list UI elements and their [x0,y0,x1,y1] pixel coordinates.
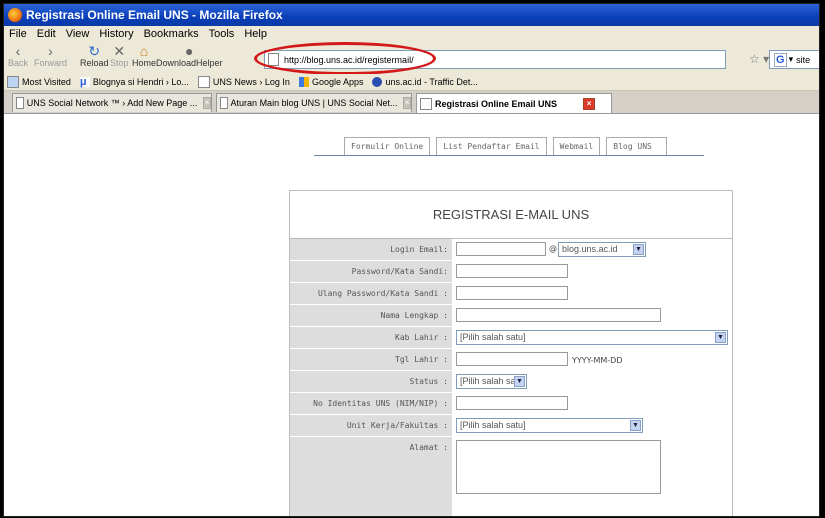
tab-registrasi-active[interactable]: Registrasi Online Email UNS × [416,93,612,113]
red-highlight-oval [254,42,436,75]
chevron-down-icon: ▼ [715,332,726,343]
forward-button[interactable]: › Forward [34,44,67,68]
tab-bar: UNS Social Network ™ › Add New Page ... … [4,91,819,114]
search-engine-label: site [796,54,811,65]
birthdate-format-hint: YYYY-MM-DD [572,356,623,365]
menu-bar: File Edit View History Bookmarks Tools H… [4,26,819,42]
tab-aturan-main[interactable]: Aturan Main blog UNS | UNS Social Net...… [216,93,412,112]
page-icon [197,76,210,88]
page-icon [16,97,24,109]
birthdate-input[interactable] [456,352,568,366]
most-visited-icon [7,76,19,88]
unit-row: Unit Kerja/Fakultas : [Pilih salah satu]… [290,415,732,437]
repeat-password-row: Ulang Password/Kata Sandi : [290,283,732,305]
stop-icon: ✕ [113,43,126,59]
home-icon: ⌂ [139,43,149,59]
menu-help[interactable]: Help [244,28,267,40]
status-select[interactable]: [Pilih salah satu] ▼ [456,374,527,389]
repeat-password-label: Ulang Password/Kata Sandi : [290,283,452,305]
google-icon: G [774,52,787,67]
birthplace-row: Kab Lahir : [Pilih salah satu] ▼ [290,327,732,349]
tab-uns-social-network[interactable]: UNS Social Network ™ › Add New Page ... … [12,93,212,112]
back-arrow-icon: ‹ [15,43,21,59]
status-row: Status : [Pilih salah satu] ▼ [290,371,732,393]
birthdate-row: Tgl Lahir : YYYY-MM-DD [290,349,732,371]
bookmark-blognya[interactable]: μ Blognya si Hendri › Lo... [77,77,189,88]
birthplace-label: Kab Lahir : [290,327,452,349]
search-box[interactable]: G ▾ site [769,50,819,69]
address-row: Alamat : [290,437,732,516]
forward-arrow-icon: › [48,43,53,59]
reload-icon: ↻ [88,43,101,59]
menu-view[interactable]: View [66,28,90,40]
address-textarea[interactable] [456,440,661,494]
identity-label: No Identitas UNS (NIM/NIP) : [290,393,452,415]
download-helper-button[interactable]: ● DownloadHelper [156,44,223,68]
bookmark-uns-news[interactable]: UNS News › Log In [195,76,290,88]
uns-logo-icon [372,77,383,87]
birthplace-select[interactable]: [Pilih salah satu] ▼ [456,330,728,345]
page-icon [420,97,432,110]
status-label: Status : [290,371,452,393]
full-name-row: Nama Lengkap : [290,305,732,327]
unit-select[interactable]: [Pilih salah satu] ▼ [456,418,643,433]
title-bar: Registrasi Online Email UNS - Mozilla Fi… [4,4,819,26]
password-input[interactable] [456,264,568,278]
menu-edit[interactable]: Edit [37,28,56,40]
bookmark-google-apps[interactable]: Google Apps [296,77,363,87]
birthdate-label: Tgl Lahir : [290,349,452,371]
page-nav: Formulir Online List Pendaftar Email Web… [344,137,673,156]
close-tab-icon[interactable]: × [203,97,211,109]
nav-divider [314,155,704,156]
chevron-down-icon: ▼ [630,420,641,431]
password-row: Password/Kata Sandi: [290,261,732,283]
menu-history[interactable]: History [99,28,133,40]
page-content: Formulir Online List Pendaftar Email Web… [4,114,819,516]
back-button[interactable]: ‹ Back [8,44,28,68]
password-label: Password/Kata Sandi: [290,261,452,283]
browser-window: Registrasi Online Email UNS - Mozilla Fi… [3,3,820,517]
login-email-input[interactable] [456,242,546,256]
identity-input[interactable] [456,396,568,410]
download-helper-icon: ● [185,43,194,59]
page-icon [220,97,228,109]
menu-bookmarks[interactable]: Bookmarks [144,28,199,40]
login-email-label: Login Email: [290,239,452,261]
reload-button[interactable]: ↻ Reload [80,44,109,68]
registration-form: REGISTRASI E-MAIL UNS Login Email: @ blo… [289,190,733,516]
chevron-down-icon: ▼ [514,376,525,387]
navigation-toolbar: ‹ Back › Forward ↻ Reload ✕ Stop ⌂ Home ● Down… [4,42,819,75]
close-tab-icon[interactable]: × [583,97,596,110]
form-title: REGISTRASI E-MAIL UNS [290,191,732,239]
close-tab-icon[interactable]: × [403,97,411,109]
window-title: Registrasi Online Email UNS - Mozilla Fi… [26,8,283,22]
full-name-label: Nama Lengkap : [290,305,452,327]
bookmarks-toolbar: Most Visited μ Blognya si Hendri › Lo... … [4,74,819,91]
firefox-logo-icon [8,8,22,22]
menu-file[interactable]: File [9,28,27,40]
nav-webmail[interactable]: Webmail [552,137,601,156]
stop-button[interactable]: ✕ Stop [110,44,129,68]
home-button[interactable]: ⌂ Home [132,44,156,68]
menu-tools[interactable]: Tools [209,28,235,40]
address-label: Alamat : [290,437,452,516]
nav-formulir-online[interactable]: Formulir Online [344,137,431,156]
bookmark-uns-traffic[interactable]: uns.ac.id - Traffic Det... [369,77,478,87]
nav-blog-uns[interactable]: Blog UNS [606,137,667,156]
bookmark-star-icon[interactable]: ☆ ▾ [749,52,769,66]
at-sign: @ [549,244,557,253]
repeat-password-input[interactable] [456,286,568,300]
full-name-input[interactable] [456,308,661,322]
unit-label: Unit Kerja/Fakultas : [290,415,452,437]
chevron-down-icon: ▼ [633,244,644,255]
domain-select[interactable]: blog.uns.ac.id ▼ [558,242,646,257]
login-email-row: Login Email: @ blog.uns.ac.id ▼ [290,239,732,261]
nav-list-pendaftar[interactable]: List Pendaftar Email [436,137,547,156]
bookmark-most-visited[interactable]: Most Visited [4,76,71,88]
google-apps-icon [298,77,309,87]
blog-icon: μ [79,77,90,88]
identity-row: No Identitas UNS (NIM/NIP) : [290,393,732,415]
